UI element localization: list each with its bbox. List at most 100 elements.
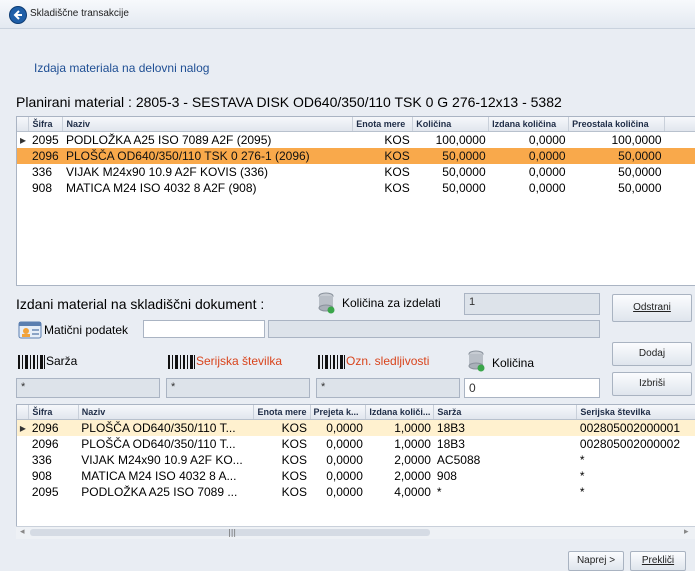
master-data-input[interactable] [143, 320, 265, 338]
cell-unit: KOS [281, 485, 308, 499]
header-sifra[interactable]: Šifra [28, 117, 64, 132]
master-data-description [268, 320, 600, 338]
header-issued-quantity[interactable]: Izdana količi... [365, 405, 435, 420]
cell-batch: * [436, 485, 442, 499]
cancel-button[interactable]: Prekliči [630, 551, 686, 571]
table-row[interactable]: ▸ 2095 PODLOŽKA A25 ISO 7089 A2F (2095) … [17, 132, 695, 149]
planned-material-title: Planirani material : 2805-3 - SESTAVA DI… [16, 94, 562, 110]
table-row[interactable]: 2096 PLOŠČA OD640/350/110 TSK 0 276-1 (2… [17, 148, 695, 164]
table-row[interactable]: 908 MATICA M24 ISO 4032 8 A2F (908) KOS … [17, 180, 695, 196]
cell-issued: 2,0000 [394, 469, 431, 483]
scroll-right-icon[interactable]: ▸ [684, 527, 689, 537]
back-icon[interactable] [9, 6, 27, 24]
cell-issued: 0,0000 [488, 148, 569, 164]
cell-code: 2095 [31, 133, 59, 147]
scroll-left-icon[interactable]: ◂ [20, 527, 25, 537]
header-indicator [17, 405, 30, 420]
cell-quantity: 50,0000 [412, 148, 489, 164]
cell-code: 2096 [31, 437, 59, 451]
cell-received: 0,0000 [326, 469, 363, 483]
header-serial[interactable]: Serijska številka [576, 405, 695, 420]
cell-name: PLOŠČA OD640/350/110 T... [81, 437, 236, 451]
header-quantity[interactable]: Količina [412, 117, 490, 132]
cell-code: 336 [31, 165, 52, 179]
cell-batch: 18B3 [433, 419, 577, 436]
table-row[interactable]: 336 VIJAK M24x90 10.9 A2F KOVIS (336) KO… [17, 164, 695, 180]
cell-unit: KOS [281, 469, 308, 483]
trace-label-group: Ozn. sledljivosti [318, 354, 429, 369]
header-remaining-quantity[interactable]: Preostala količina [568, 117, 666, 132]
cell-serial: * [579, 453, 585, 467]
header-unit[interactable]: Enota mere [253, 405, 311, 420]
header-issued-quantity[interactable]: Izdana količina [488, 117, 570, 132]
cell-received: 0,0000 [326, 453, 363, 467]
cell-unit: KOS [384, 181, 410, 195]
delete-button[interactable]: Izbriši [612, 372, 692, 396]
cell-remaining: 50,0000 [568, 148, 665, 164]
add-button[interactable]: Dodaj [612, 342, 692, 366]
cell-issued: 1,0000 [365, 419, 434, 436]
issue-material-link[interactable]: Izdaja materiala na delovni nalog [34, 61, 209, 75]
header-indicator [17, 117, 30, 132]
next-button[interactable]: Naprej > [568, 551, 624, 571]
table-row[interactable]: 2096 PLOŠČA OD640/350/110 T... KOS 0,000… [17, 436, 695, 452]
remove-button[interactable]: Odstrani [612, 294, 692, 322]
cell-issued: 0,0000 [528, 181, 566, 195]
cell-name: PLOŠČA OD640/350/110 TSK 0 276-1 (2096) [62, 148, 353, 164]
window-title: Skladiščne transakcije [30, 8, 129, 19]
cell-issued: 4,0000 [394, 485, 431, 499]
header-naziv[interactable]: Naziv [78, 405, 255, 420]
table-row[interactable]: 336 VIJAK M24x90 10.9 A2F KO... KOS 0,00… [17, 452, 695, 468]
cell-batch: 18B3 [436, 437, 465, 451]
horizontal-scrollbar[interactable]: ◂ ||| ▸ [16, 526, 695, 539]
cell-quantity: 100,0000 [435, 133, 486, 147]
cell-quantity: 50,0000 [442, 181, 486, 195]
user-card-icon [18, 321, 42, 339]
database-icon [318, 292, 335, 314]
cell-code: 336 [31, 453, 52, 467]
cell-serial: 002805002000001 [576, 419, 695, 436]
cell-received: 0,0000 [326, 437, 363, 451]
cell-code: 2096 [28, 419, 79, 436]
barcode-icon [318, 354, 345, 369]
trace-input[interactable]: * [316, 378, 460, 398]
cell-serial: * [579, 485, 585, 499]
title-bar: Skladiščne transakcije [0, 0, 695, 29]
cell-unit: KOS [384, 133, 410, 147]
cell-unit: KOS [352, 148, 413, 164]
cell-name: PODLOŽKA A25 ISO 7089 ... [81, 485, 238, 499]
table-row[interactable]: 908 MATICA M24 ISO 4032 8 A... KOS 0,000… [17, 468, 695, 484]
header-sifra[interactable]: Šifra [28, 405, 79, 420]
quantity-input[interactable]: 0 [464, 378, 600, 398]
issued-header-row: Šifra Naziv Enota mere Prejeta k... Izda… [17, 405, 695, 420]
cell-received: 0,0000 [310, 419, 366, 436]
table-row[interactable]: ▸ 2096 PLOŠČA OD640/350/110 T... KOS 0,0… [17, 419, 695, 436]
header-unit[interactable]: Enota mere [352, 117, 414, 132]
cell-issued: 2,0000 [394, 453, 431, 467]
cell-name: VIJAK M24x90 10.9 A2F KOVIS (336) [65, 165, 269, 179]
header-received-quantity[interactable]: Prejeta k... [310, 405, 367, 420]
batch-input[interactable]: * [16, 378, 160, 398]
cell-quantity: 50,0000 [442, 165, 486, 179]
qty-for-product-field[interactable]: 1 [464, 293, 600, 315]
cell-name: PODLOŽKA A25 ISO 7089 A2F (2095) [65, 133, 272, 147]
planned-header-row: Šifra Naziv Enota mere Količina Izdana k… [17, 117, 695, 132]
header-filler [664, 117, 695, 132]
cancel-button-label: Prekliči [641, 555, 675, 566]
cell-serial: 002805002000002 [579, 437, 680, 451]
issued-material-grid[interactable]: Šifra Naziv Enota mere Prejeta k... Izda… [16, 404, 695, 528]
serial-input[interactable]: * [166, 378, 310, 398]
batch-label-group: Sarža [18, 354, 77, 369]
cell-name: VIJAK M24x90 10.9 A2F KO... [81, 453, 243, 467]
planned-material-grid[interactable]: Šifra Naziv Enota mere Količina Izdana k… [16, 116, 695, 286]
cell-name: MATICA M24 ISO 4032 8 A2F (908) [65, 181, 257, 195]
cell-code: 2095 [31, 485, 59, 499]
remove-button-label: Odstrani [633, 302, 671, 313]
table-row[interactable]: 2095 PODLOŽKA A25 ISO 7089 ... KOS 0,000… [17, 484, 695, 500]
cell-code: 908 [31, 181, 52, 195]
cell-unit: KOS [253, 419, 311, 436]
master-data-label: Matični podatek [44, 323, 129, 337]
header-naziv[interactable]: Naziv [62, 117, 354, 132]
header-batch[interactable]: Sarža [433, 405, 578, 420]
cell-issued: 0,0000 [528, 133, 566, 147]
